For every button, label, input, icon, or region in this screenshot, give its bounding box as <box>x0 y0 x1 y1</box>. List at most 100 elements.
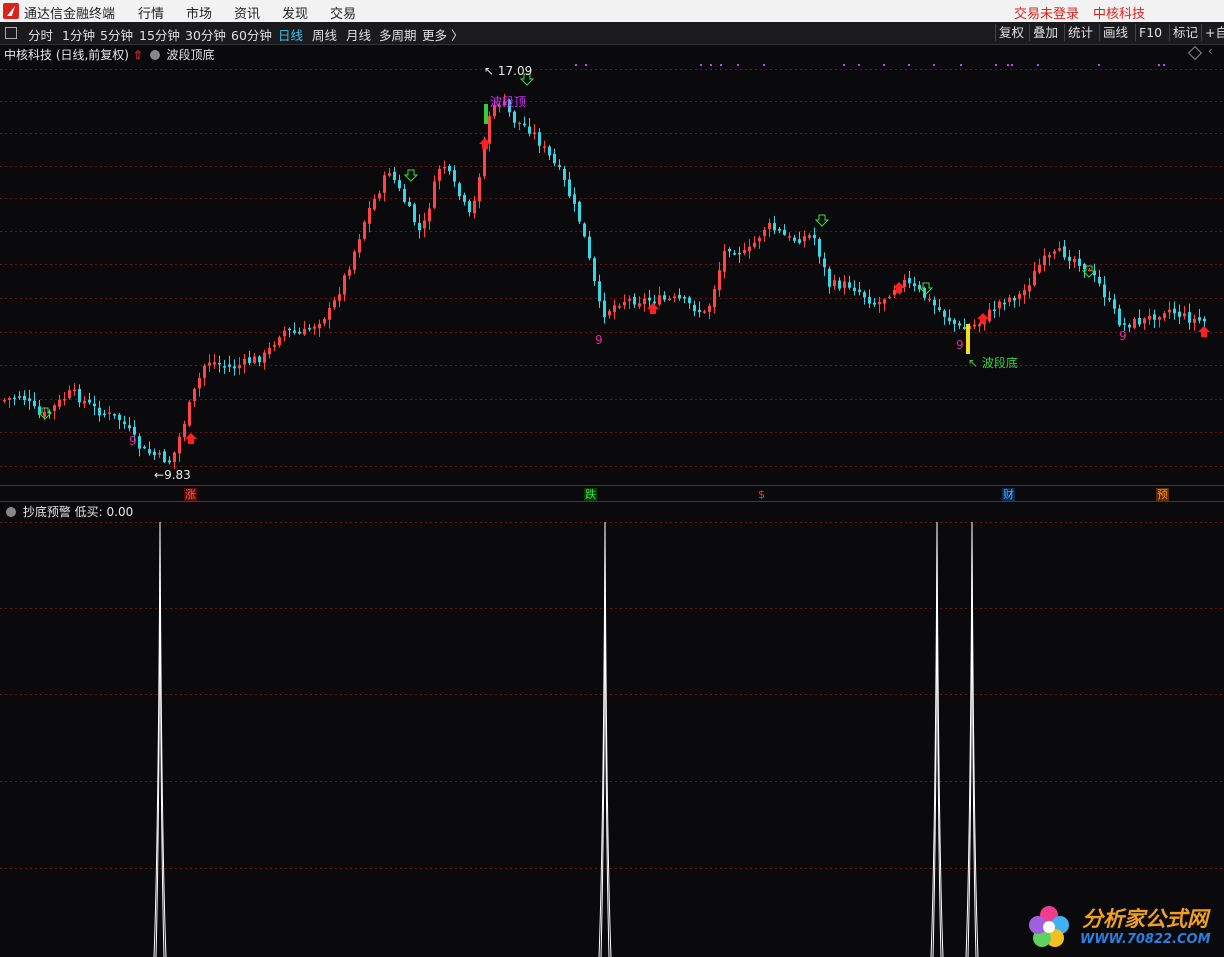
candle-body <box>1148 315 1151 320</box>
event-tag-dollar[interactable]: $ <box>757 488 766 501</box>
candle-body <box>1023 289 1026 296</box>
candle-body <box>263 352 266 363</box>
signal-dot <box>700 64 702 66</box>
signal-dot <box>1163 64 1165 66</box>
candle-body <box>473 200 476 214</box>
candle-body <box>1063 246 1066 258</box>
candle-body <box>993 309 996 312</box>
signal-dot <box>908 64 910 66</box>
candle-body <box>1048 254 1051 258</box>
candle-body <box>328 308 331 320</box>
candle-body <box>1018 293 1021 299</box>
candle-body <box>1028 285 1031 292</box>
signal-dot <box>933 64 935 66</box>
indicator-panel-name: 抄底预警 <box>22 505 71 519</box>
candle-body <box>838 280 841 289</box>
candle-body <box>888 296 891 299</box>
candle-body <box>98 407 101 416</box>
candle-body <box>308 327 311 330</box>
candle-body <box>763 229 766 236</box>
candle-body <box>13 397 16 400</box>
candle-body <box>368 207 371 224</box>
nine-count-label: 9 <box>595 333 603 347</box>
candle-body <box>183 423 186 438</box>
candle-body <box>873 302 876 305</box>
candle-body <box>218 362 221 365</box>
candle-body <box>628 298 631 301</box>
candle-body <box>798 239 801 243</box>
indicator-name: 波段顶底 <box>166 48 215 62</box>
candle-body <box>663 295 666 300</box>
candle-body <box>248 357 251 363</box>
candle-body <box>193 388 196 402</box>
nine-count-label: 9 <box>1119 329 1127 343</box>
event-tag-cai[interactable]: 财 <box>1002 488 1015 501</box>
candle-body <box>653 301 656 304</box>
candle-body <box>1118 308 1121 326</box>
candle-body <box>138 436 141 449</box>
candle-body <box>128 425 131 429</box>
candle-body <box>1158 317 1161 320</box>
candle-body <box>828 268 831 287</box>
candle-body <box>878 301 881 305</box>
candle-body <box>858 289 861 293</box>
candle-body <box>1178 311 1181 317</box>
candle-body <box>808 235 811 238</box>
candle-body <box>388 173 391 176</box>
event-tag-zhang[interactable]: 涨 <box>184 488 197 501</box>
signal-candle-yellow <box>966 324 970 354</box>
candle-body <box>413 204 416 223</box>
candle-body <box>153 451 156 456</box>
candle-body <box>583 223 586 237</box>
candle-body <box>1138 317 1141 325</box>
candle-body <box>383 175 386 193</box>
chevron-left-icon[interactable]: ‹ <box>1208 44 1213 58</box>
candle-body <box>1003 302 1006 305</box>
up-arrow-icon: ⇧ <box>132 48 143 62</box>
candle-body <box>1078 258 1081 266</box>
candle-body <box>43 412 46 417</box>
candle-body <box>1198 317 1201 321</box>
candle-body <box>863 292 866 298</box>
candle-body <box>398 180 401 189</box>
candle-body <box>803 236 806 242</box>
candle-body <box>793 237 796 241</box>
candle-body <box>143 446 146 449</box>
sell-signal-arrow-icon <box>403 169 419 182</box>
candle-body <box>88 399 91 403</box>
candle-body <box>958 323 961 326</box>
watermark-logo: 分析家公式网 WWW.70822.COM <box>1022 898 1222 955</box>
candle-body <box>723 250 726 272</box>
candle-body <box>283 330 286 337</box>
signal-candle-green <box>484 104 488 124</box>
candle-body <box>833 280 836 287</box>
candle-body <box>1033 270 1036 286</box>
candle-body <box>943 310 946 317</box>
candle-body <box>323 318 326 324</box>
top-label: 波段顶 <box>490 95 527 109</box>
indicator-panel-toggle-icon[interactable] <box>6 507 16 517</box>
candle-body <box>1153 314 1156 320</box>
candle-body <box>1128 324 1131 328</box>
indicator-toggle-icon[interactable] <box>149 50 160 60</box>
candle-body <box>253 356 256 364</box>
event-tag-die[interactable]: 跌 <box>584 488 597 501</box>
stock-title: 中核科技 (日线,前复权) <box>4 48 129 62</box>
candle-body <box>28 398 31 401</box>
candle-body <box>868 297 871 304</box>
candle-body <box>223 366 226 368</box>
candle-body <box>403 188 406 202</box>
candle-body <box>293 330 296 333</box>
candle-body <box>518 122 521 125</box>
candle-body <box>188 401 191 426</box>
signal-dot <box>843 64 845 66</box>
candle-body <box>258 356 261 363</box>
candle-body <box>148 449 151 454</box>
low-price-label: ←9.83 <box>154 468 191 482</box>
candle-body <box>818 238 821 257</box>
event-tag-yu[interactable]: 预 <box>1156 488 1169 501</box>
candle-body <box>208 362 211 366</box>
candle-body <box>1193 318 1196 323</box>
candle-body <box>728 248 731 252</box>
candle-body <box>243 358 246 365</box>
